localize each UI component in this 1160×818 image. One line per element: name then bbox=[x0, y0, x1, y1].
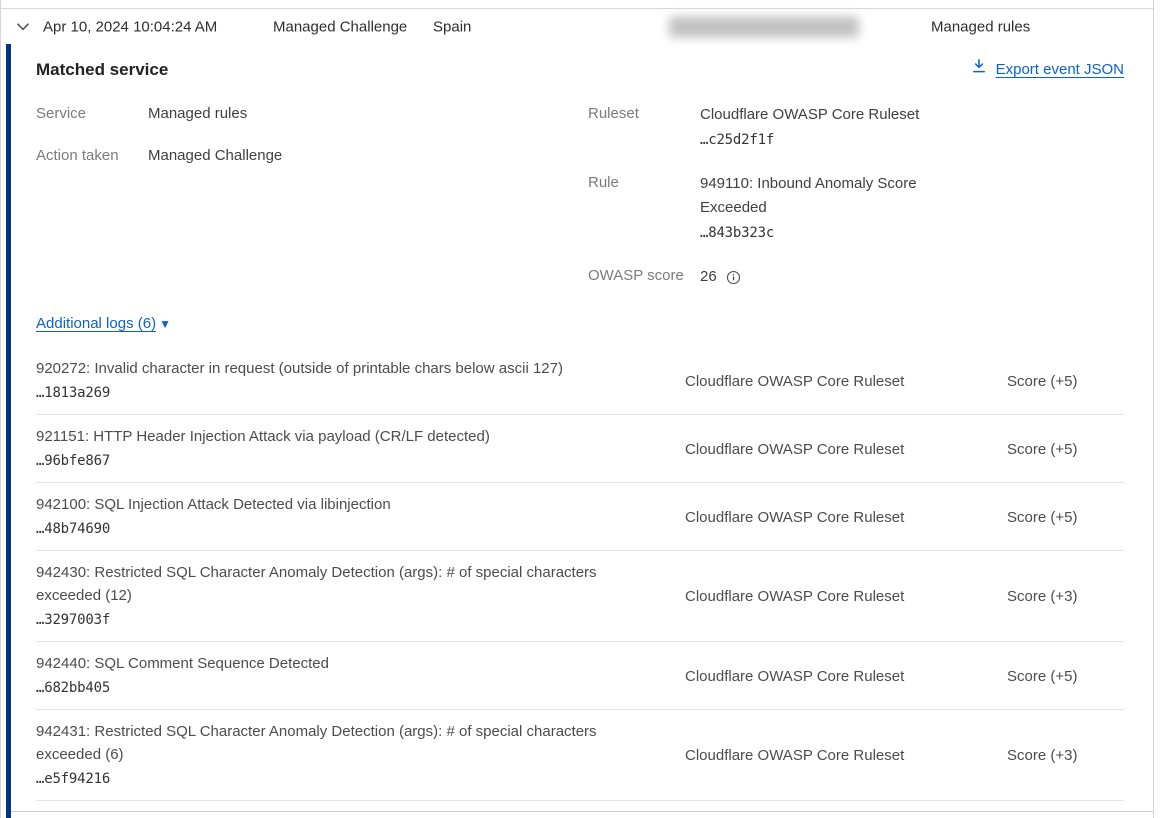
event-detail-panel: Matched service Export event JSON Servic… bbox=[11, 44, 1153, 801]
log-ruleset: Cloudflare OWASP Core Ruleset bbox=[685, 509, 1007, 526]
panel-title: Matched service bbox=[36, 58, 168, 81]
event-timestamp: Apr 10, 2024 10:04:24 AM bbox=[43, 18, 217, 35]
info-icon[interactable] bbox=[726, 270, 741, 285]
log-ruleset: Cloudflare OWASP Core Ruleset bbox=[685, 747, 1007, 764]
log-score: Score (+5) bbox=[1007, 509, 1124, 526]
log-score: Score (+5) bbox=[1007, 668, 1124, 685]
caret-down-icon: ▼ bbox=[159, 314, 171, 335]
log-ruleset: Cloudflare OWASP Core Ruleset bbox=[685, 668, 1007, 685]
rule-label: Rule bbox=[588, 172, 700, 245]
log-row: 942431: Restricted SQL Character Anomaly… bbox=[36, 710, 1124, 801]
download-icon bbox=[971, 58, 987, 81]
service-value: Managed rules bbox=[148, 103, 588, 124]
rule-id: …843b323c bbox=[700, 221, 945, 245]
owasp-score-label: OWASP score bbox=[588, 265, 700, 289]
event-service: Managed rules bbox=[931, 18, 1030, 35]
event-action: Managed Challenge bbox=[273, 18, 407, 35]
rule-value: 949110: Inbound Anomaly Score Exceeded bbox=[700, 172, 945, 220]
log-score: Score (+5) bbox=[1007, 373, 1124, 390]
event-country: Spain bbox=[433, 18, 471, 35]
log-rule-id: …e5f94216 bbox=[36, 768, 685, 791]
log-ruleset: Cloudflare OWASP Core Ruleset bbox=[685, 373, 1007, 390]
log-rule-id: …682bb405 bbox=[36, 677, 685, 700]
log-row: 942440: SQL Comment Sequence Detected …6… bbox=[36, 642, 1124, 710]
owasp-score-value: 26 bbox=[700, 265, 717, 289]
redacted-host-field bbox=[669, 16, 859, 37]
action-taken-label: Action taken bbox=[36, 145, 148, 166]
action-taken-value: Managed Challenge bbox=[148, 145, 588, 166]
log-score: Score (+5) bbox=[1007, 441, 1124, 458]
log-row: 921151: HTTP Header Injection Attack via… bbox=[36, 415, 1124, 483]
log-row: 942430: Restricted SQL Character Anomaly… bbox=[36, 551, 1124, 642]
ruleset-id: …c25d2f1f bbox=[700, 128, 945, 152]
firewall-event-detail-view: Apr 10, 2024 10:04:24 AM Managed Challen… bbox=[0, 0, 1160, 818]
log-rule-id: …3297003f bbox=[36, 609, 685, 632]
log-row: 942100: SQL Injection Attack Detected vi… bbox=[36, 483, 1124, 551]
log-rule-id: …96bfe867 bbox=[36, 450, 685, 473]
event-row-header[interactable]: Apr 10, 2024 10:04:24 AM Managed Challen… bbox=[1, 9, 1153, 44]
additional-logs-label: Additional logs (6) bbox=[36, 313, 156, 334]
service-label: Service bbox=[36, 103, 148, 124]
log-ruleset: Cloudflare OWASP Core Ruleset bbox=[685, 441, 1007, 458]
log-description: 920272: Invalid character in request (ou… bbox=[36, 357, 611, 380]
log-description: 942431: Restricted SQL Character Anomaly… bbox=[36, 720, 611, 766]
log-description: 942440: SQL Comment Sequence Detected bbox=[36, 652, 611, 675]
additional-logs-toggle[interactable]: Additional logs (6) ▼ bbox=[36, 313, 1124, 334]
additional-logs-table: 920272: Invalid character in request (ou… bbox=[36, 347, 1124, 801]
ruleset-label: Ruleset bbox=[588, 103, 700, 152]
chevron-down-icon[interactable] bbox=[14, 18, 32, 36]
log-description: 921151: HTTP Header Injection Attack via… bbox=[36, 425, 611, 448]
log-row: 920272: Invalid character in request (ou… bbox=[36, 347, 1124, 415]
ruleset-value: Cloudflare OWASP Core Ruleset bbox=[700, 103, 945, 127]
table-left-border bbox=[0, 0, 1, 818]
log-rule-id: …48b74690 bbox=[36, 518, 685, 541]
export-event-json-link[interactable]: Export event JSON bbox=[971, 58, 1124, 81]
export-link-label: Export event JSON bbox=[996, 58, 1124, 81]
log-score: Score (+3) bbox=[1007, 747, 1124, 764]
table-right-border bbox=[1153, 0, 1154, 818]
matched-service-details: Service Managed rules Action taken Manag… bbox=[36, 103, 1124, 289]
log-description: 942100: SQL Injection Attack Detected vi… bbox=[36, 493, 611, 516]
log-ruleset: Cloudflare OWASP Core Ruleset bbox=[685, 588, 1007, 605]
log-score: Score (+3) bbox=[1007, 588, 1124, 605]
log-rule-id: …1813a269 bbox=[36, 382, 685, 405]
panel-bottom-divider bbox=[11, 811, 1153, 812]
log-description: 942430: Restricted SQL Character Anomaly… bbox=[36, 561, 611, 607]
